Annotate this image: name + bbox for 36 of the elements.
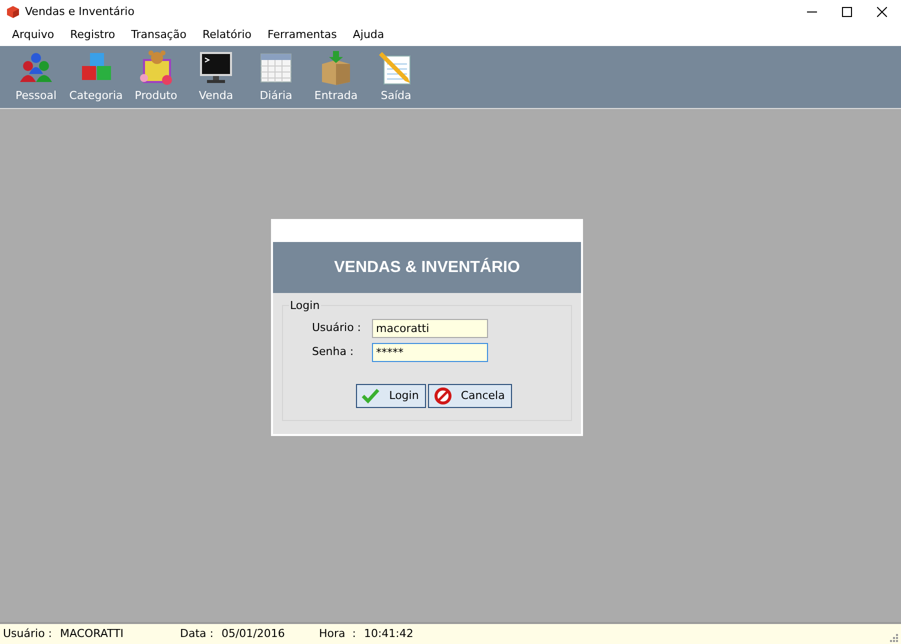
toolbar-button[interactable]: Produto bbox=[126, 50, 186, 104]
toolbar-button[interactable]: Saída bbox=[366, 50, 426, 104]
dialog-heading: VENDAS & INVENTÁRIO bbox=[334, 256, 520, 278]
status-value: MACORATTI bbox=[60, 626, 124, 642]
menu-item[interactable]: Arquivo bbox=[4, 26, 62, 44]
input-field[interactable]: macoratti bbox=[372, 319, 488, 338]
dialog-button[interactable]: Cancela bbox=[428, 384, 512, 408]
menu-item[interactable]: Ferramentas bbox=[260, 26, 345, 44]
resize-grip-icon[interactable] bbox=[890, 634, 898, 642]
field-label: Senha : bbox=[311, 344, 355, 360]
app-icon bbox=[6, 5, 20, 19]
toolbar-button[interactable]: Entrada bbox=[306, 50, 366, 104]
toolbar-button[interactable]: Pessoal bbox=[6, 50, 66, 104]
toolbar-button[interactable]: Venda bbox=[186, 50, 246, 104]
window-title: Vendas e Inventário bbox=[25, 4, 134, 20]
maximize-icon[interactable] bbox=[842, 7, 852, 17]
status-value: 05/01/2016 bbox=[221, 626, 285, 642]
close-icon[interactable] bbox=[877, 7, 887, 17]
status-label: Data : bbox=[180, 626, 214, 642]
toolbar-button[interactable]: Categoria bbox=[66, 50, 126, 104]
monitor-icon bbox=[198, 50, 234, 86]
status-label: Usuário : bbox=[3, 626, 52, 642]
dialog-button[interactable]: Login bbox=[356, 384, 426, 408]
group-label: Login bbox=[289, 298, 321, 314]
menu-item[interactable]: Relatório bbox=[194, 26, 260, 44]
input-field[interactable]: ***** bbox=[372, 343, 488, 362]
check-icon bbox=[361, 386, 382, 406]
field-label: Usuário : bbox=[311, 320, 362, 336]
status-label: Hora : bbox=[319, 626, 356, 642]
menu-item[interactable]: Ajuda bbox=[344, 26, 392, 44]
prohibited-icon bbox=[432, 386, 453, 406]
menu-item[interactable]: Transação bbox=[123, 26, 194, 44]
menu-item[interactable]: Registro bbox=[62, 26, 124, 44]
toolbar-button[interactable]: Diária bbox=[246, 50, 306, 104]
status-value: 10:41:42 bbox=[364, 626, 414, 642]
toy-block-icon bbox=[138, 50, 174, 86]
